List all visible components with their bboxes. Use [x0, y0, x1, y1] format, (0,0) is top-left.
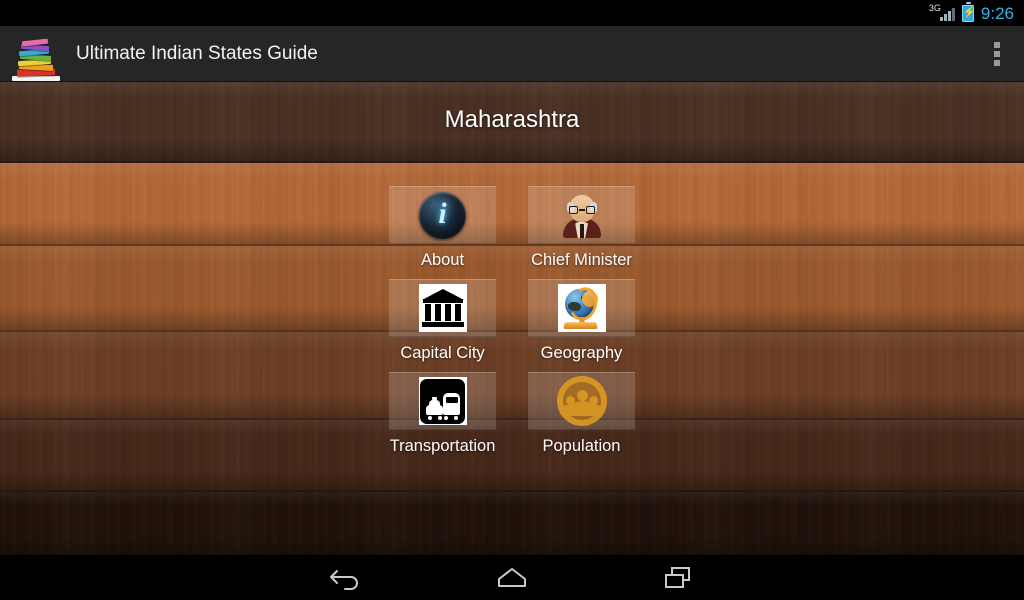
charging-bolt-icon: ⚡	[962, 6, 977, 19]
menu-item-about[interactable]: i About	[389, 186, 496, 278]
menu-tile[interactable]	[528, 372, 635, 430]
icon-plate	[418, 377, 467, 425]
info-circle-icon: i	[419, 191, 466, 239]
content-area: Maharashtra i About Chief Minister Capit…	[0, 82, 1024, 555]
menu-row: i About Chief Minister	[389, 186, 635, 278]
signal-bars-icon: 3G	[929, 4, 955, 22]
menu-row: Transportation Population	[389, 372, 635, 464]
menu-grid: i About Chief Minister Capital City Geog…	[389, 186, 635, 465]
people-group-icon	[556, 376, 607, 426]
menu-item-population[interactable]: Population	[528, 372, 635, 464]
status-bar: 3G ⚡ 9:26	[0, 0, 1024, 26]
menu-tile[interactable]	[528, 186, 635, 244]
action-bar: Ultimate Indian States Guide	[0, 26, 1024, 82]
navigation-bar	[0, 555, 1024, 600]
signal-strength-bars	[939, 8, 955, 21]
back-icon[interactable]	[318, 558, 374, 598]
signal-indicator: 3G	[929, 4, 955, 22]
recent-apps-icon[interactable]	[650, 558, 706, 598]
menu-tile[interactable]: i	[389, 186, 496, 244]
menu-item-transportation[interactable]: Transportation	[389, 372, 496, 464]
overflow-menu-icon[interactable]	[970, 26, 1024, 82]
menu-item-chief-minister[interactable]: Chief Minister	[528, 186, 635, 278]
book-stack-icon	[10, 31, 62, 83]
menu-item-capital-city[interactable]: Capital City	[389, 279, 496, 371]
classical-building-icon	[421, 289, 464, 327]
icon-plate	[418, 284, 467, 332]
menu-item-label: About	[420, 251, 465, 269]
battery-charging-icon: ⚡	[961, 1, 977, 22]
status-clock: 9:26	[980, 3, 1014, 23]
menu-tile[interactable]	[389, 372, 496, 430]
menu-tile[interactable]	[528, 279, 635, 337]
menu-item-label: Transportation	[389, 437, 496, 455]
icon-plate	[557, 283, 606, 332]
menu-item-label: Geography	[540, 344, 623, 362]
menu-item-geography[interactable]: Geography	[528, 279, 635, 371]
wood-plank	[0, 492, 1024, 555]
page-title: Maharashtra	[444, 106, 580, 133]
menu-item-label: Chief Minister	[531, 251, 632, 269]
globe-stand-icon	[560, 283, 604, 330]
menu-tile[interactable]	[389, 279, 496, 337]
politician-portrait-icon	[559, 192, 605, 238]
android-screen: 3G ⚡ 9:26 Ultimate Indian States Guide M…	[0, 0, 1024, 600]
menu-item-label: Population	[542, 437, 621, 455]
app-title: Ultimate Indian States Guide	[76, 42, 318, 64]
home-icon[interactable]	[484, 558, 540, 598]
menu-item-label: Capital City	[400, 344, 485, 362]
taxi-bus-icon	[420, 378, 465, 424]
menu-row: Capital City Geography	[389, 279, 635, 371]
